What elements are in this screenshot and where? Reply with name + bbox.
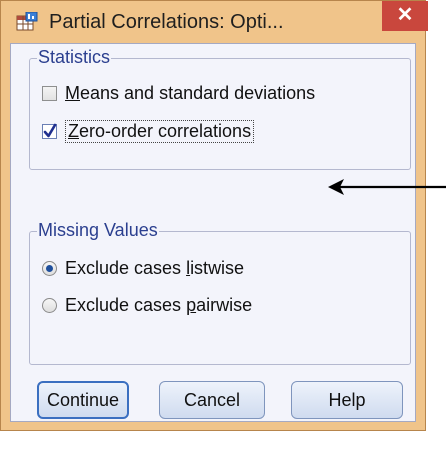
spss-table-icon (16, 12, 38, 31)
listwise-option[interactable]: Exclude cases listwise (42, 255, 244, 281)
radio-selected-dot (46, 264, 53, 272)
continue-button[interactable]: Continue (37, 381, 129, 419)
zero-order-checkbox[interactable] (42, 123, 57, 139)
listwise-radio[interactable] (42, 260, 57, 276)
zero-order-label[interactable]: Zero-order correlations (65, 119, 255, 143)
help-button[interactable]: Help (291, 381, 403, 419)
means-sd-checkbox[interactable] (42, 85, 57, 101)
statistics-group: Statistics Means and standard deviations… (29, 47, 411, 170)
pairwise-label[interactable]: Exclude cases pairwise (65, 295, 252, 316)
dialog-client-area: Statistics Means and standard deviations… (10, 43, 416, 422)
window-title: Partial Correlations: Opti... (49, 11, 284, 33)
close-icon: ✕ (396, 4, 414, 26)
missing-values-group-label: Missing Values (37, 220, 159, 241)
pairwise-radio[interactable] (42, 297, 57, 313)
title-bar[interactable]: Partial Correlations: Opti... ✕ (1, 1, 428, 37)
means-sd-label[interactable]: Means and standard deviations (65, 83, 315, 104)
statistics-group-label: Statistics (37, 47, 112, 68)
left-arrow-icon (328, 179, 446, 195)
listwise-label[interactable]: Exclude cases listwise (65, 258, 244, 279)
dialog-window: Partial Correlations: Opti... ✕ Statisti… (0, 0, 428, 431)
checkmark-icon (43, 123, 57, 137)
missing-values-group: Missing Values Exclude cases listwise Ex… (29, 220, 411, 365)
close-button[interactable]: ✕ (382, 1, 428, 31)
pairwise-option[interactable]: Exclude cases pairwise (42, 292, 252, 318)
cancel-button[interactable]: Cancel (159, 381, 265, 419)
zero-order-option[interactable]: Zero-order correlations (42, 118, 255, 144)
means-sd-option[interactable]: Means and standard deviations (42, 80, 315, 106)
